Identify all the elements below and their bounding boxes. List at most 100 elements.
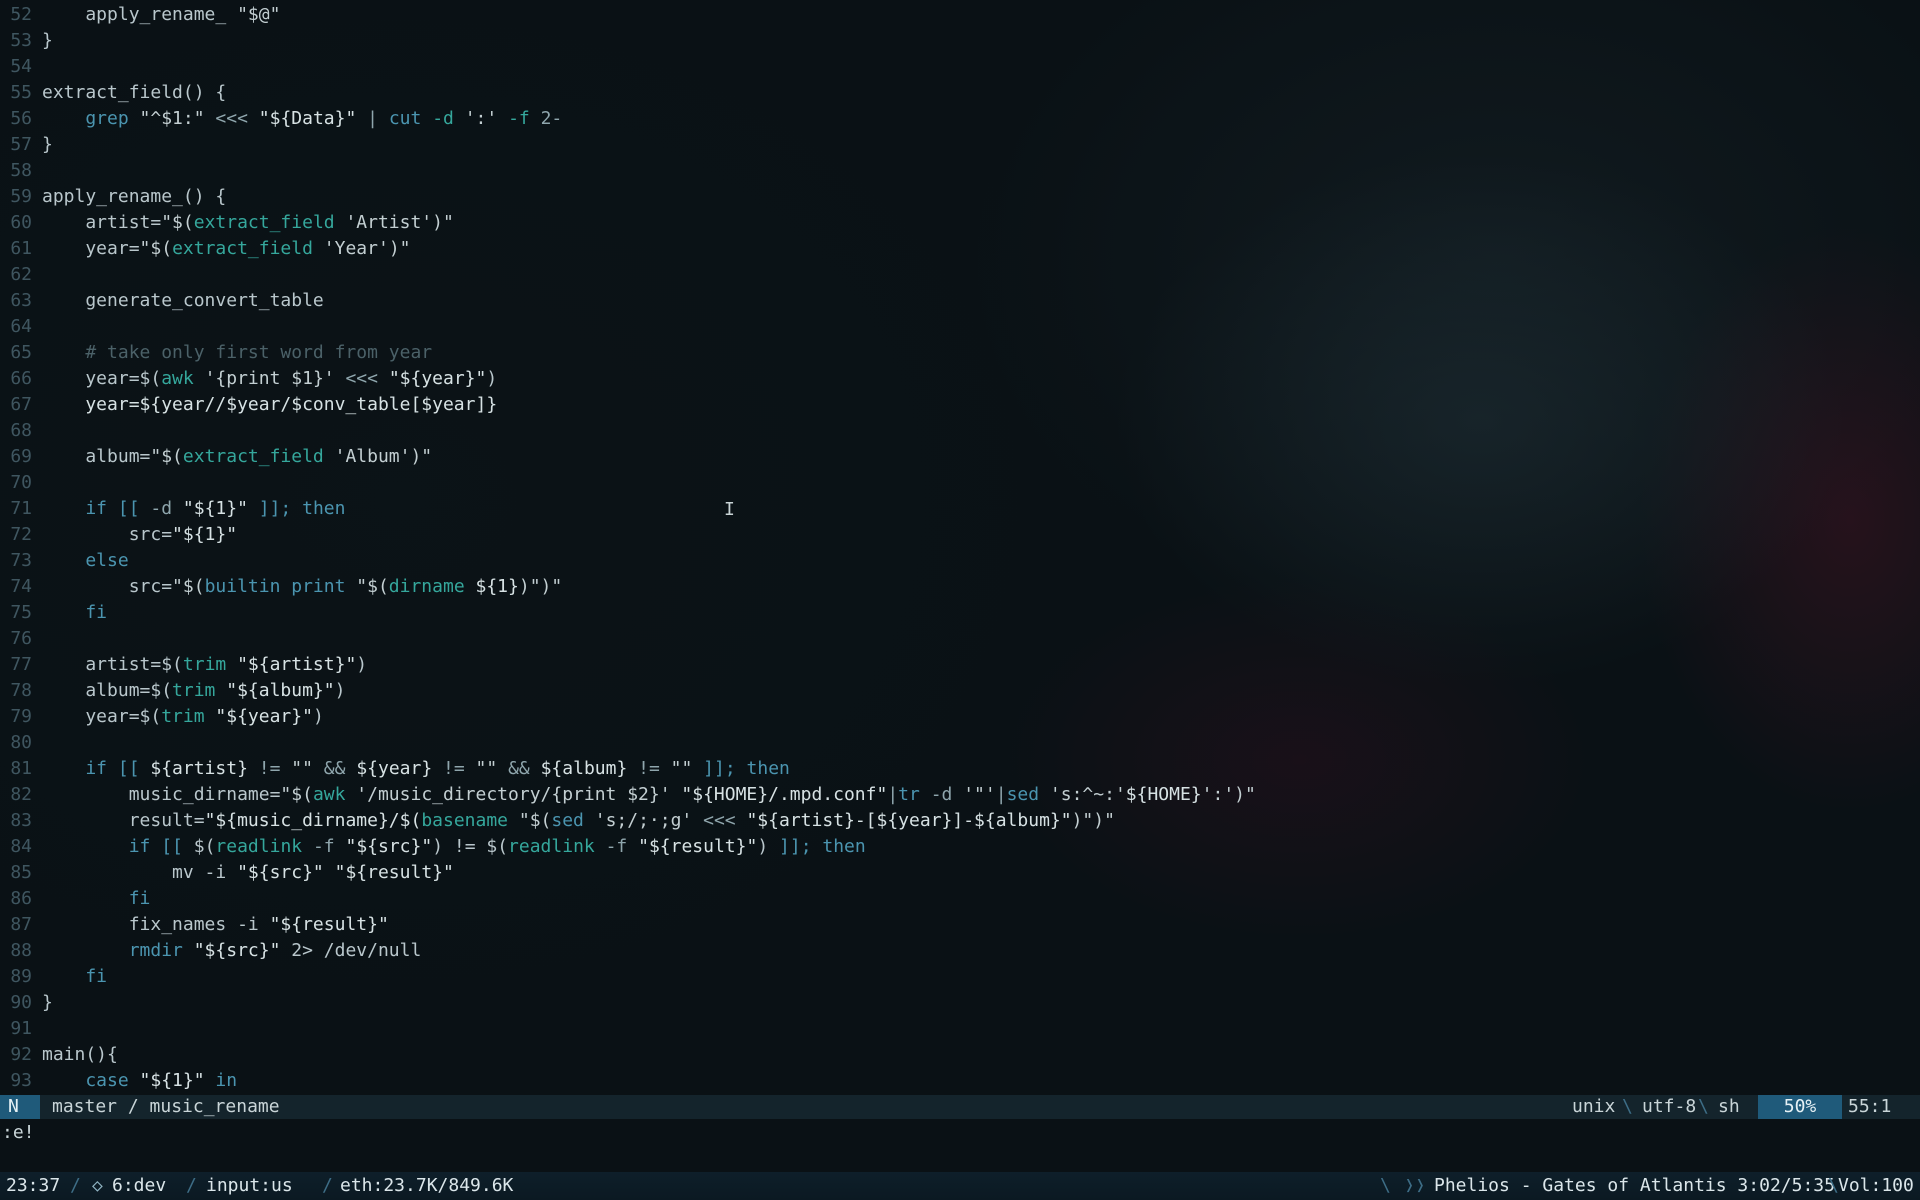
code-token: trim (172, 680, 227, 701)
now-playing[interactable]: Phelios - Gates of Atlantis 3:02/5:35 (1434, 1172, 1835, 1200)
code-token: year=$( (42, 368, 162, 389)
code-token: <<< (692, 810, 747, 831)
code-token: grep (42, 108, 140, 129)
code-token: -f (312, 836, 346, 857)
code-token: 2- (540, 108, 563, 129)
code-text: apply_rename_ "$@" (42, 2, 280, 28)
code-token: extract_field (172, 238, 324, 259)
code-token: "${src}" (193, 940, 281, 961)
scroll-percent: 50% (1758, 1095, 1842, 1119)
line-number: 71 (10, 498, 32, 519)
code-token: 2> /dev/null (280, 940, 422, 961)
code-token: trim (182, 654, 238, 675)
line-number: 67 (10, 394, 32, 415)
code-token: -d (432, 108, 465, 129)
git-branch-file: master / music_rename (52, 1096, 280, 1117)
code-text: music_dirname="$(awk '/music_directory/{… (42, 782, 1256, 808)
code-text: # take only first word from year (42, 340, 432, 366)
code-token: "" (670, 758, 693, 779)
code-text: rmdir "${src}" 2> /dev/null (42, 938, 422, 964)
line-number: 61 (10, 238, 32, 259)
code-token: != (432, 758, 476, 779)
vim-statusline: N master / music_rename unix \ utf-8 \ s… (0, 1095, 1920, 1119)
code-token: in (204, 1070, 238, 1091)
code-text: mv -i "${src}" "${result}" (42, 860, 454, 886)
code-token: -d (150, 498, 183, 519)
line-number: 58 (10, 160, 32, 181)
code-text: src="${1}" (42, 522, 237, 548)
desktop: 52 apply_rename_ "$@" 53} 54 55 extract_fiel… (0, 0, 1920, 1200)
code-token: 'Artist' (345, 212, 433, 233)
code-token: "${music_dirname}/$( (204, 810, 422, 831)
line-number: 57 (10, 134, 32, 155)
code-token: "^$1:" (139, 108, 205, 129)
keyboard-layout[interactable]: input:us (206, 1172, 293, 1200)
network-traffic: eth:23.7K/849.6K (340, 1175, 514, 1196)
statusline-separator: \ (1622, 1096, 1633, 1117)
line-number: 81 (10, 758, 32, 779)
code-token: "${album}" (226, 680, 335, 701)
code-token: -f (508, 108, 541, 129)
code-token: "$( (172, 576, 205, 597)
code-token: fi (42, 966, 108, 987)
line-number: 68 (10, 420, 32, 441)
code-editor[interactable]: 52 apply_rename_ "$@" 53} 54 55 extract_fiel… (0, 0, 1920, 1095)
code-token: ':' (1201, 784, 1235, 805)
line-number: 53 (10, 30, 32, 51)
code-token: ]]; (247, 498, 303, 519)
code-token: } (42, 992, 53, 1013)
code-token: <<< (204, 108, 259, 129)
mode-indicator: N (0, 1095, 40, 1119)
line-number: 55 (10, 82, 32, 103)
code-token: rmdir (42, 940, 194, 961)
workspace-icon: ◇ (92, 1175, 103, 1196)
code-token: artist=$( (42, 654, 183, 675)
code-token: music_dirname= (42, 784, 281, 805)
code-token: if (42, 836, 162, 857)
code-token: 'Album' (334, 446, 411, 467)
code-token: apply_rename_ (42, 4, 238, 25)
bar-separator: \ (1380, 1175, 1391, 1196)
code-token: artist= (42, 212, 162, 233)
code-text: src="$(builtin print "$(dirname ${1})")" (42, 574, 563, 600)
code-token: else (42, 550, 129, 571)
line-number: 77 (10, 654, 32, 675)
code-token: fi (42, 602, 108, 623)
code-token: "$( (161, 212, 194, 233)
code-token: awk (161, 368, 205, 389)
code-token: "${1}" (139, 1070, 205, 1091)
volume-indicator[interactable]: Vol:100 (1838, 1172, 1914, 1200)
code-token: awk (312, 784, 357, 805)
code-token: extract_field (193, 212, 346, 233)
code-text: fix_names -i "${result}" (42, 912, 389, 938)
workspace-label[interactable]: 6:dev (112, 1172, 166, 1200)
fileformat-label: unix (1572, 1096, 1616, 1117)
code-text: fi (42, 886, 151, 912)
code-token: builtin print (204, 576, 357, 597)
code-token: -d (930, 784, 964, 805)
line-number: 52 (10, 4, 32, 25)
code-token: } (42, 30, 53, 51)
mouse-ibeam-cursor-icon: I (724, 499, 735, 520)
code-token: "${year}" (215, 706, 313, 727)
code-token: "${Data}" (258, 108, 357, 129)
code-token: 's:^~:' (1049, 784, 1126, 805)
code-token: "$@" (237, 4, 281, 25)
command-line[interactable]: :e! (0, 1121, 1920, 1145)
code-token: ) (356, 654, 368, 675)
code-token: extract_field() { (42, 82, 227, 103)
code-text: if [[ ${artist} != "" && ${year} != "" &… (42, 756, 790, 782)
code-token: | (356, 108, 389, 129)
code-token: ) (486, 368, 498, 389)
line-number: 65 (10, 342, 32, 363)
code-token: "${result}" (638, 836, 758, 857)
line-number: 75 (10, 602, 32, 623)
line-number: 66 (10, 368, 32, 389)
code-token: "${HOME}/.mpd.conf" (670, 784, 888, 805)
code-token: ${year} (356, 758, 433, 779)
code-token: ) != $( (432, 836, 509, 857)
code-text: artist="$(extract_field 'Artist')" (42, 210, 454, 236)
code-token: ${HOME} (1125, 784, 1202, 805)
line-number: 76 (10, 628, 32, 649)
